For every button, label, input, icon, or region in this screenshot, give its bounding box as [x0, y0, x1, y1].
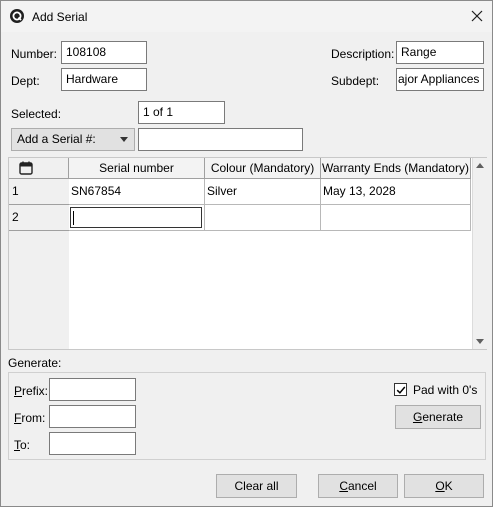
number-label: Number: [11, 47, 58, 61]
clear-all-button[interactable]: Clear all [216, 474, 297, 498]
number-field[interactable]: 108108 [61, 41, 147, 64]
subdept-field[interactable]: ajor Appliances [396, 68, 484, 91]
warranty-cell[interactable] [321, 205, 471, 231]
row-header-filler [9, 231, 69, 349]
serial-cell-editor[interactable] [70, 207, 202, 228]
row-number[interactable]: 1 [9, 179, 69, 205]
dept-label: Dept: [11, 74, 40, 88]
text-cursor [73, 211, 74, 225]
calendar-icon [19, 161, 33, 175]
title-bar: Add Serial [1, 1, 492, 32]
scroll-down-icon[interactable] [476, 339, 484, 344]
pad-checkbox[interactable] [394, 383, 407, 396]
prefix-input[interactable] [49, 378, 136, 401]
grid-corner[interactable] [9, 158, 69, 179]
column-header-serial[interactable]: Serial number [69, 158, 205, 179]
window-title: Add Serial [32, 10, 88, 24]
subdept-label: Subdept: [331, 74, 380, 88]
scroll-up-icon[interactable] [476, 163, 484, 168]
add-serial-dropdown[interactable]: Add a Serial #: [11, 128, 135, 151]
row-number[interactable]: 2 [9, 205, 69, 231]
checkmark-icon [396, 386, 406, 394]
from-input[interactable] [49, 405, 136, 428]
close-icon[interactable] [471, 10, 483, 22]
colour-cell[interactable]: Silver [205, 179, 321, 205]
pad-label[interactable]: Pad with 0's [413, 383, 477, 397]
dept-field[interactable]: Hardware [61, 68, 147, 91]
column-header-colour[interactable]: Colour (Mandatory) [205, 158, 321, 179]
to-input[interactable] [49, 432, 136, 455]
add-serial-input[interactable] [138, 128, 303, 151]
add-serial-dropdown-label: Add a Serial #: [17, 132, 96, 146]
serial-cell[interactable] [69, 205, 205, 231]
ok-button[interactable]: OK [404, 474, 484, 498]
generate-button[interactable]: Generate [395, 405, 481, 429]
description-label: Description: [331, 47, 395, 61]
add-serial-dialog: Add Serial Number: 108108 Description: R… [0, 0, 493, 507]
prefix-label: Prefix: [14, 384, 49, 398]
colour-cell[interactable] [205, 205, 321, 231]
serial-grid: Serial number Colour (Mandatory) Warrant… [8, 157, 487, 350]
to-label: To: [14, 438, 31, 452]
serial-cell[interactable]: SN67854 [69, 179, 205, 205]
warranty-cell[interactable]: May 13, 2028 [321, 179, 471, 205]
column-header-warranty[interactable]: Warranty Ends (Mandatory) [321, 158, 471, 179]
app-logo-icon [10, 9, 24, 23]
chevron-down-icon [120, 137, 128, 142]
generate-section-label: Generate: [8, 356, 62, 370]
selected-field[interactable]: 1 of 1 [138, 101, 225, 124]
description-field[interactable]: Range [396, 41, 484, 64]
cancel-button[interactable]: Cancel [318, 474, 398, 498]
from-label: From: [14, 411, 46, 425]
selected-label: Selected: [11, 107, 62, 121]
vertical-scrollbar[interactable] [472, 158, 487, 349]
